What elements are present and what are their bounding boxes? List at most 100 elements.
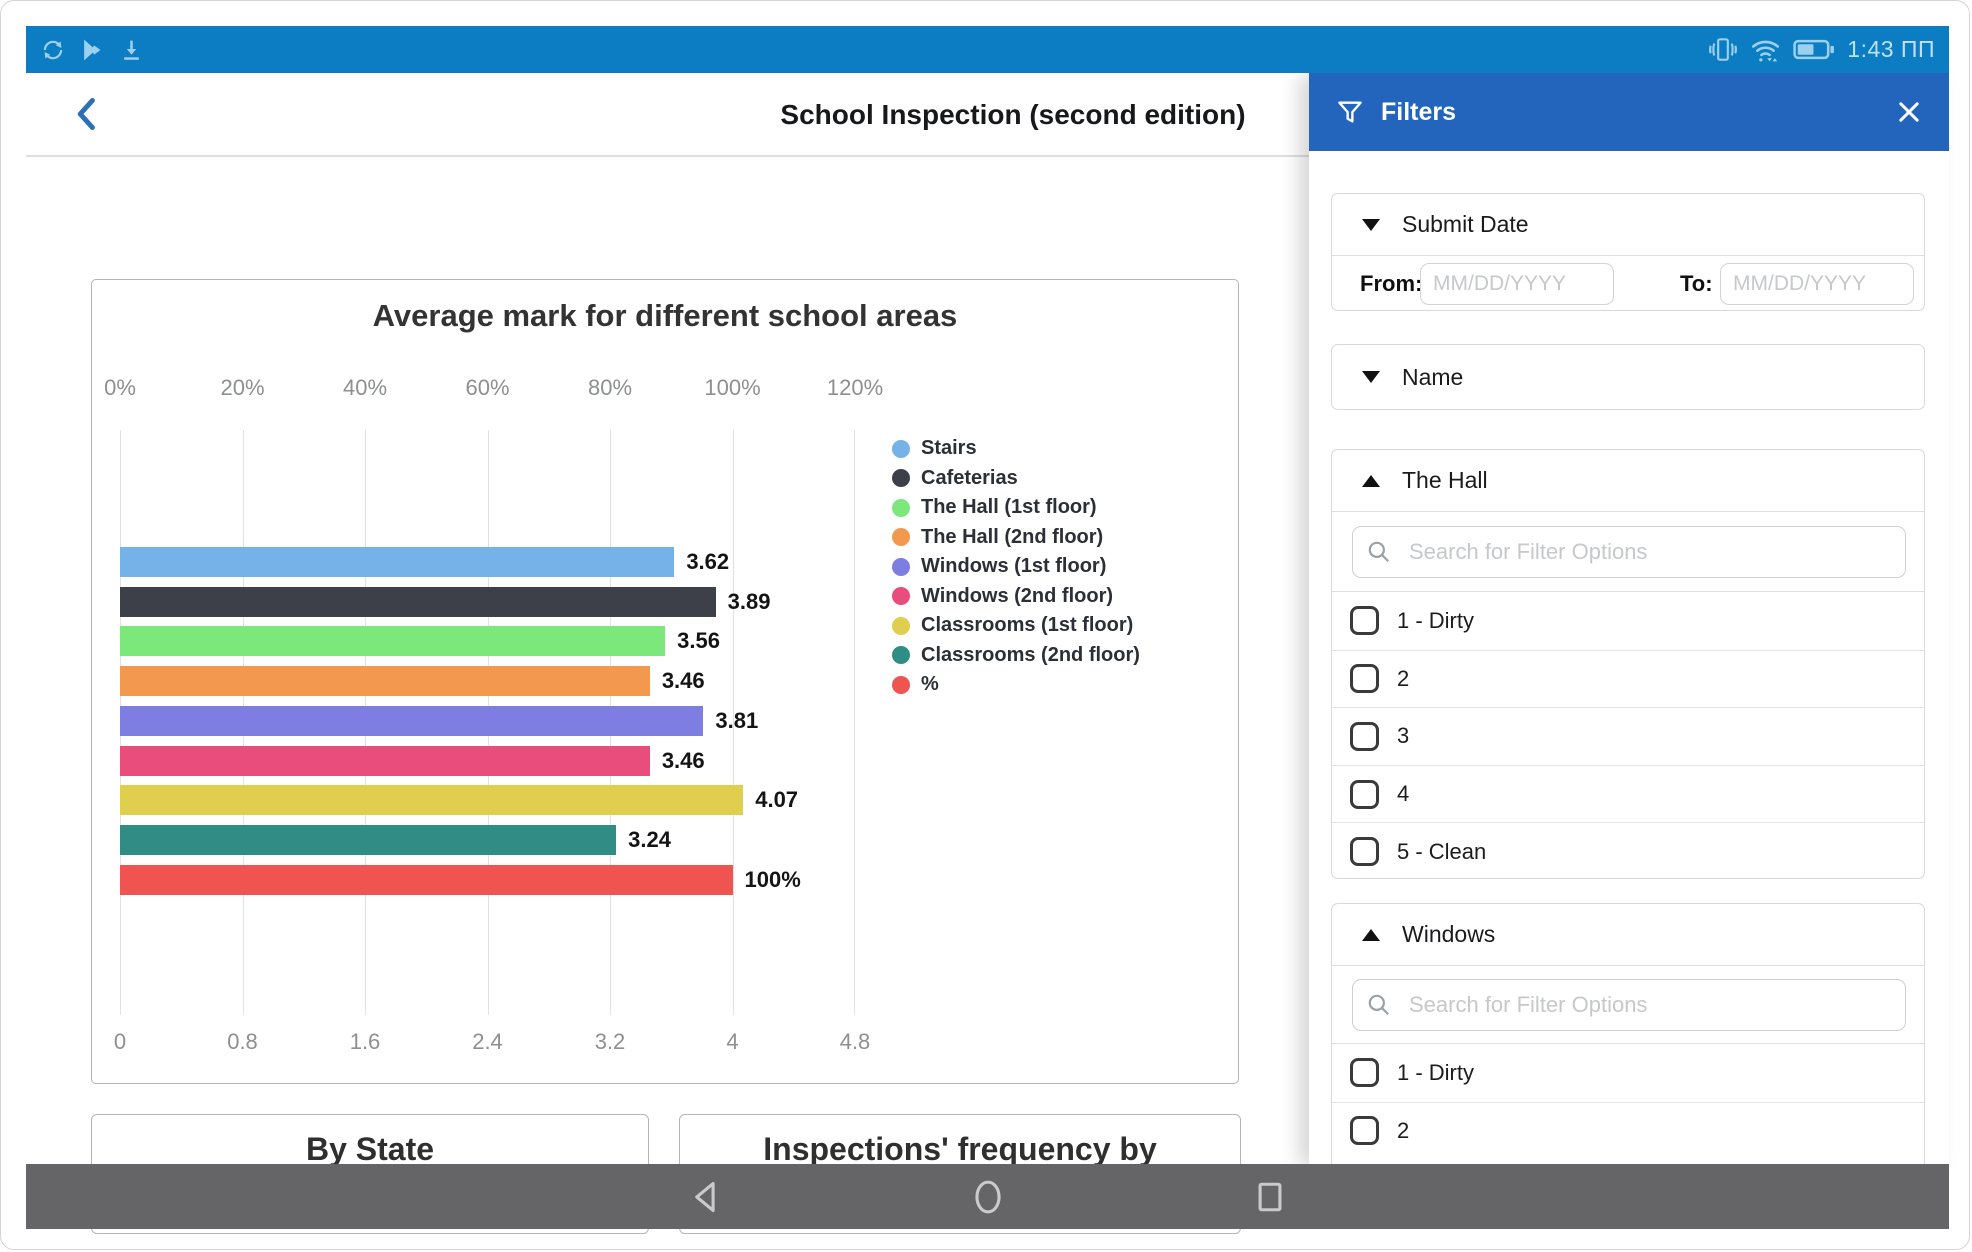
- chevron-down-icon: [1362, 371, 1380, 383]
- bottom-axis-tick: 0: [114, 1029, 126, 1055]
- filter-option-label: 2: [1397, 666, 1409, 692]
- legend-swatch-icon: [892, 440, 910, 458]
- date-from-input[interactable]: [1420, 263, 1614, 305]
- legend-item: Cafeterias: [892, 464, 1140, 494]
- top-axis-tick: 80%: [588, 375, 632, 401]
- legend-item: Classrooms (2nd floor): [892, 641, 1140, 671]
- bar-row: 3.46: [120, 666, 705, 696]
- bar-value-label: 4.07: [755, 787, 798, 813]
- filters-panel: Filters Submit Date From: To:: [1309, 73, 1949, 1164]
- legend-label: Classrooms (2nd floor): [921, 644, 1140, 667]
- bottom-axis-tick: 1.6: [350, 1029, 381, 1055]
- bar-value-label: 100%: [745, 867, 801, 893]
- filter-section-the-hall: The Hall 1 - Dirty 2 3 4 5 - Clean: [1331, 449, 1925, 879]
- legend-swatch-icon: [892, 617, 910, 635]
- checkbox-unchecked[interactable]: [1350, 1116, 1379, 1145]
- bar-row: 3.24: [120, 825, 671, 855]
- chevron-up-icon: [1362, 929, 1380, 941]
- legend-label: Stairs: [921, 437, 977, 460]
- legend-label: Classrooms (1st floor): [921, 614, 1133, 637]
- submit-date-section-header[interactable]: Submit Date: [1332, 194, 1924, 256]
- the-hall-section-header[interactable]: The Hall: [1332, 450, 1924, 512]
- bar-the-hall-1st-floor-: [120, 626, 665, 656]
- status-bar-left: [40, 37, 144, 63]
- legend-swatch-icon: [892, 558, 910, 576]
- filter-section-windows: Windows 1 - Dirty 2: [1331, 903, 1925, 1164]
- bar-value-label: 3.46: [662, 668, 705, 694]
- windows-options: 1 - Dirty 2: [1332, 1044, 1924, 1159]
- gridline: [854, 430, 855, 1015]
- checkbox-unchecked[interactable]: [1350, 780, 1379, 809]
- legend-swatch-icon: [892, 587, 910, 605]
- windows-option-row[interactable]: 2: [1332, 1102, 1924, 1160]
- back-chevron-icon: [70, 95, 104, 133]
- chart-card: Average mark for different school areas …: [91, 279, 1239, 1084]
- windows-section-header[interactable]: Windows: [1332, 904, 1924, 966]
- bar-value-label: 3.81: [715, 708, 758, 734]
- legend-item: %: [892, 670, 1140, 700]
- bar-row: 3.89: [120, 587, 770, 617]
- windows-option-row[interactable]: 1 - Dirty: [1332, 1044, 1924, 1102]
- chevron-down-icon: [1362, 219, 1380, 231]
- legend-item: Windows (2nd floor): [892, 582, 1140, 612]
- bar-value-label: 3.24: [628, 827, 671, 853]
- bar--: [120, 865, 733, 895]
- bar-value-label: 3.62: [686, 549, 729, 575]
- windows-search-zone: [1332, 966, 1924, 1044]
- checkbox-unchecked[interactable]: [1350, 722, 1379, 751]
- top-axis-tick: 100%: [704, 375, 760, 401]
- bottom-axis-tick: 2.4: [472, 1029, 503, 1055]
- date-to-input[interactable]: [1720, 263, 1914, 305]
- bar-row: 100%: [120, 865, 801, 895]
- chart-plot-area: 3.623.893.563.463.813.464.073.24100%: [120, 430, 855, 1015]
- filter-option-label: 1 - Dirty: [1397, 608, 1474, 634]
- checkbox-unchecked[interactable]: [1350, 837, 1379, 866]
- screenshot-frame: 1:43 ПП School Inspection (second editio…: [0, 0, 1970, 1250]
- the-hall-label: The Hall: [1402, 467, 1488, 494]
- main-content: School Inspection (second edition) Avera…: [26, 73, 1309, 1164]
- chart-title: Average mark for different school areas: [92, 298, 1238, 334]
- bar-value-label: 3.89: [728, 589, 771, 615]
- bottom-axis-tick: 4.8: [840, 1029, 871, 1055]
- filters-panel-header: Filters: [1309, 73, 1949, 151]
- the-hall-option-row[interactable]: 1 - Dirty: [1332, 592, 1924, 650]
- sync-icon: [40, 37, 66, 63]
- filters-title: Filters: [1381, 98, 1895, 127]
- bottom-axis-tick: 0.8: [227, 1029, 258, 1055]
- the-hall-option-row[interactable]: 2: [1332, 650, 1924, 708]
- filter-option-label: 4: [1397, 781, 1409, 807]
- chevron-up-icon: [1362, 475, 1380, 487]
- legend-swatch-icon: [892, 469, 910, 487]
- the-hall-option-row[interactable]: 4: [1332, 765, 1924, 823]
- filter-option-label: 2: [1397, 1118, 1409, 1144]
- nav-home-icon[interactable]: [971, 1177, 1005, 1217]
- legend-label: Cafeterias: [921, 467, 1018, 490]
- chart-top-axis: 0%20%40%60%80%100%120%: [120, 375, 855, 401]
- name-section-header[interactable]: Name: [1332, 345, 1924, 409]
- bar-the-hall-2nd-floor-: [120, 666, 650, 696]
- checkbox-unchecked[interactable]: [1350, 664, 1379, 693]
- bar-windows-2nd-floor-: [120, 746, 650, 776]
- the-hall-option-row[interactable]: 3: [1332, 707, 1924, 765]
- top-axis-tick: 60%: [465, 375, 509, 401]
- submit-date-label: Submit Date: [1402, 211, 1529, 238]
- close-filters-button[interactable]: [1895, 98, 1923, 126]
- back-button[interactable]: [70, 95, 104, 136]
- the-hall-search-input[interactable]: [1352, 526, 1906, 578]
- battery-icon: [1793, 38, 1835, 61]
- filter-option-label: 5 - Clean: [1397, 839, 1486, 865]
- nav-recents-icon[interactable]: [1253, 1178, 1287, 1216]
- bar-classrooms-1st-floor-: [120, 785, 743, 815]
- bar-value-label: 3.46: [662, 748, 705, 774]
- checkbox-unchecked[interactable]: [1350, 1058, 1379, 1087]
- windows-search-input[interactable]: [1352, 979, 1906, 1031]
- top-axis-tick: 0%: [104, 375, 136, 401]
- the-hall-options: 1 - Dirty 2 3 4 5 - Clean: [1332, 592, 1924, 879]
- the-hall-option-row[interactable]: 5 - Clean: [1332, 822, 1924, 879]
- checkbox-unchecked[interactable]: [1350, 606, 1379, 635]
- chart-legend: StairsCafeteriasThe Hall (1st floor)The …: [892, 434, 1140, 700]
- bottom-axis-tick: 3.2: [595, 1029, 626, 1055]
- legend-label: %: [921, 673, 939, 696]
- nav-back-icon[interactable]: [689, 1178, 723, 1216]
- legend-label: Windows (1st floor): [921, 555, 1106, 578]
